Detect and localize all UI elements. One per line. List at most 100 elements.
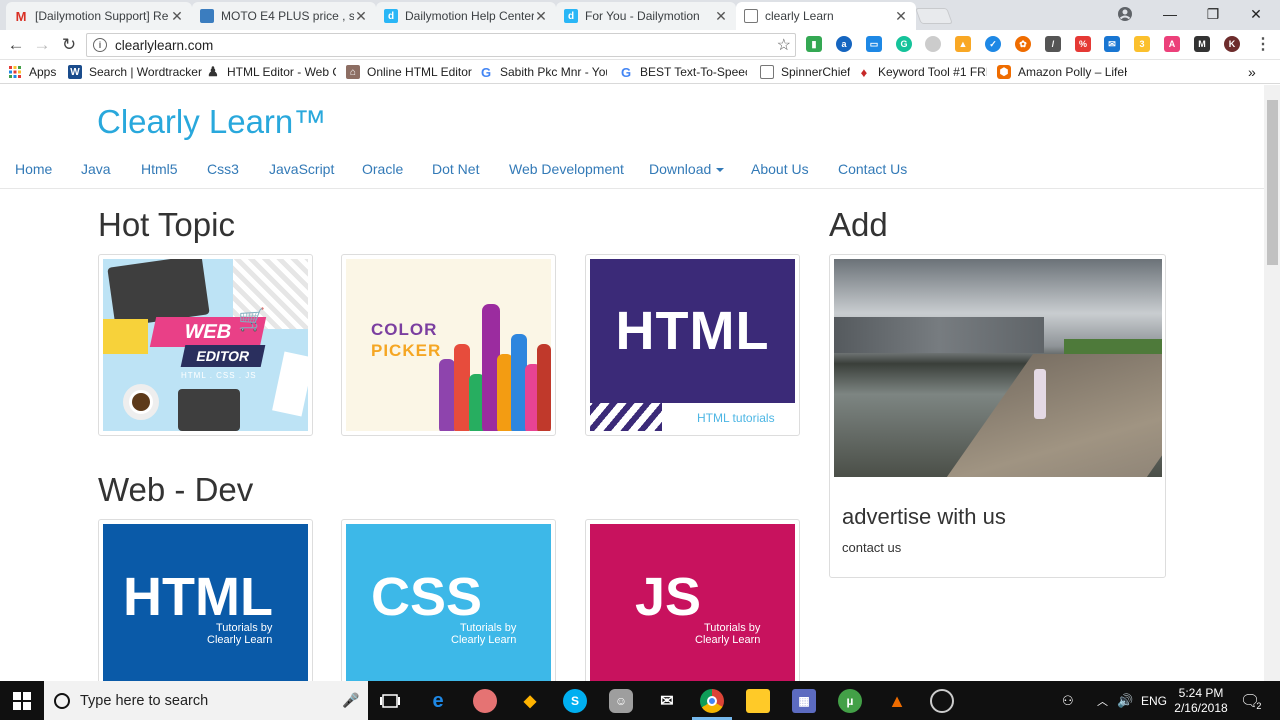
nav-dot-net[interactable]: Dot Net bbox=[432, 161, 479, 177]
nav-javascript[interactable]: JavaScript bbox=[269, 161, 334, 177]
app-icon[interactable] bbox=[473, 689, 497, 713]
close-icon[interactable]: ✕ bbox=[534, 8, 548, 25]
tab-gmail[interactable]: M [Dailymotion Support] Re ✕ bbox=[6, 2, 192, 30]
site-brand[interactable]: Clearly Learn™ bbox=[97, 103, 326, 141]
advertise-card[interactable]: advertise with us contact us bbox=[829, 254, 1166, 578]
extension-icon[interactable]: ✿ bbox=[1015, 36, 1031, 52]
microphone-icon[interactable]: 🎤 bbox=[342, 692, 359, 709]
extension-icon[interactable]: ✓ bbox=[985, 36, 1001, 52]
nav-download-dropdown[interactable]: Download bbox=[649, 161, 725, 177]
html-title: HTML bbox=[590, 259, 795, 403]
bookmark-html-editor[interactable]: ♟ HTML Editor - Web C bbox=[206, 64, 336, 80]
profile-avatar-icon[interactable]: K bbox=[1224, 36, 1240, 52]
browser-tab-strip: M [Dailymotion Support] Re ✕ MOTO E4 PLU… bbox=[0, 0, 1280, 30]
nav-home[interactable]: Home bbox=[15, 161, 52, 177]
file-explorer-icon[interactable] bbox=[746, 689, 770, 713]
windows-start-icon[interactable] bbox=[10, 689, 34, 713]
language-indicator[interactable]: ENG bbox=[1141, 681, 1167, 720]
menu-kebab-icon[interactable]: ⋮ bbox=[1255, 36, 1271, 53]
extension-icon[interactable]: 3 bbox=[1134, 36, 1150, 52]
address-bar[interactable]: i clearlylearn.com ☆ bbox=[86, 33, 796, 57]
back-arrow-icon[interactable]: ← bbox=[5, 34, 27, 56]
caption-line: Clearly Learn bbox=[695, 634, 761, 646]
bookmark-apps[interactable]: Apps bbox=[8, 64, 56, 80]
bookmark-star-icon[interactable]: ☆ bbox=[777, 35, 791, 55]
app-icon[interactable]: ☺ bbox=[609, 689, 633, 713]
nav-oracle[interactable]: Oracle bbox=[362, 161, 403, 177]
nav-html5[interactable]: Html5 bbox=[141, 161, 178, 177]
tab-clearly-learn[interactable]: clearly Learn ✕ bbox=[736, 2, 916, 30]
more-bookmarks-chevron-icon[interactable]: » bbox=[1248, 64, 1256, 80]
bookmark-sabith[interactable]: G Sabith Pkc Mnr - You bbox=[479, 64, 607, 80]
caption-line: Tutorials by bbox=[215, 622, 273, 634]
grammarly-icon[interactable]: G bbox=[896, 36, 912, 52]
extension-icon[interactable]: ▲ bbox=[955, 36, 971, 52]
volume-icon[interactable]: 🔊 bbox=[1117, 681, 1133, 720]
task-view-icon[interactable] bbox=[378, 689, 402, 713]
close-icon[interactable]: ✕ bbox=[894, 8, 908, 25]
app-icon[interactable]: ▦ bbox=[792, 689, 816, 713]
extension-icon[interactable] bbox=[925, 36, 941, 52]
notifications-icon[interactable]: 🗨 2 bbox=[1240, 681, 1261, 720]
nav-css3[interactable]: Css3 bbox=[207, 161, 239, 177]
extension-icon[interactable]: A bbox=[1164, 36, 1180, 52]
mail-icon[interactable]: ✉ bbox=[655, 689, 679, 713]
clock[interactable]: 5:24 PM 2/16/2018 bbox=[1172, 681, 1230, 720]
app-icon[interactable] bbox=[930, 689, 954, 713]
people-icon[interactable]: ⚇ bbox=[1062, 681, 1074, 720]
profile-icon[interactable] bbox=[1105, 0, 1145, 28]
tab-dailymotion-help[interactable]: d Dailymotion Help Center ✕ bbox=[376, 2, 556, 30]
eyedropper-icon[interactable]: / bbox=[1045, 36, 1061, 52]
close-icon[interactable]: ✕ bbox=[714, 8, 728, 25]
gmail-icon: M bbox=[15, 8, 27, 24]
bookmark-text-to-speech[interactable]: G BEST Text-To-Speech bbox=[619, 64, 747, 80]
contact-us-link[interactable]: contact us bbox=[842, 540, 901, 555]
bookmark-amazon-polly[interactable]: ⬢ Amazon Polly – LifeH bbox=[997, 64, 1127, 80]
google-icon: G bbox=[480, 64, 492, 80]
chevron-up-icon[interactable]: ︿ bbox=[1097, 681, 1108, 720]
close-icon[interactable]: ✕ bbox=[354, 8, 368, 25]
nav-web-development[interactable]: Web Development bbox=[509, 161, 624, 177]
caption-line: Tutorials by bbox=[703, 622, 761, 634]
extension-icon[interactable]: ✉ bbox=[1104, 36, 1120, 52]
webdev-js-card[interactable]: JS Tutorials by Clearly Learn bbox=[585, 519, 800, 681]
skype-icon[interactable]: S bbox=[563, 689, 587, 713]
bookmark-online-html-editor[interactable]: ⌂ Online HTML Editor bbox=[346, 64, 472, 80]
extension-icon[interactable]: a bbox=[836, 36, 852, 52]
extension-icon[interactable]: ▭ bbox=[866, 36, 882, 52]
edge-icon[interactable]: e bbox=[426, 689, 450, 713]
hot-topic-color-picker[interactable]: COLOR PICKER bbox=[341, 254, 556, 436]
app-icon[interactable]: ◆ bbox=[518, 689, 542, 713]
forward-arrow-icon[interactable]: → bbox=[31, 34, 53, 56]
extension-icon[interactable]: % bbox=[1075, 36, 1091, 52]
new-tab-button[interactable] bbox=[915, 8, 953, 24]
restore-button[interactable]: ❐ bbox=[1193, 0, 1233, 28]
tab-for-you[interactable]: d For You - Dailymotion ✕ bbox=[556, 2, 736, 30]
tab-title: Dailymotion Help Center bbox=[405, 9, 534, 23]
chrome-icon[interactable] bbox=[700, 689, 724, 713]
document-icon bbox=[760, 65, 774, 79]
hot-topic-html-tutorials[interactable]: HTML HTML tutorials bbox=[585, 254, 800, 436]
hot-topic-web-editor[interactable]: WEB EDITOR 🛒 HTML . CSS . JS bbox=[98, 254, 313, 436]
nav-about-us[interactable]: About Us bbox=[751, 161, 809, 177]
info-icon[interactable]: i bbox=[93, 38, 107, 52]
close-icon[interactable]: ✕ bbox=[170, 8, 184, 25]
utorrent-icon[interactable]: µ bbox=[838, 689, 862, 713]
bookmark-keyword-tool[interactable]: ♦ Keyword Tool #1 FRE bbox=[857, 64, 987, 80]
bookmark-spinnerchief[interactable]: SpinnerChief bbox=[760, 64, 850, 80]
vlc-icon[interactable]: ▲ bbox=[885, 689, 909, 713]
nav-contact-us[interactable]: Contact Us bbox=[838, 161, 907, 177]
scrollbar-thumb[interactable] bbox=[1267, 100, 1278, 265]
extension-icon[interactable]: M bbox=[1194, 36, 1210, 52]
webdev-css-card[interactable]: CSS Tutorials by Clearly Learn bbox=[341, 519, 556, 681]
window-close-button[interactable]: ✕ bbox=[1236, 0, 1276, 28]
dailymotion-icon: d bbox=[384, 9, 398, 23]
stats-extension-icon[interactable]: ▮ bbox=[806, 36, 822, 52]
bookmark-wordtracker[interactable]: W Search | Wordtracker bbox=[68, 64, 202, 80]
nav-java[interactable]: Java bbox=[81, 161, 111, 177]
webdev-html-card[interactable]: HTML Tutorials by Clearly Learn bbox=[98, 519, 313, 681]
tab-moto[interactable]: MOTO E4 PLUS price , sp ✕ bbox=[192, 2, 376, 30]
taskbar-search-box[interactable]: Type here to search 🎤 bbox=[44, 681, 368, 720]
minimize-button[interactable]: — bbox=[1150, 0, 1190, 28]
reload-icon[interactable]: ↻ bbox=[58, 34, 80, 56]
